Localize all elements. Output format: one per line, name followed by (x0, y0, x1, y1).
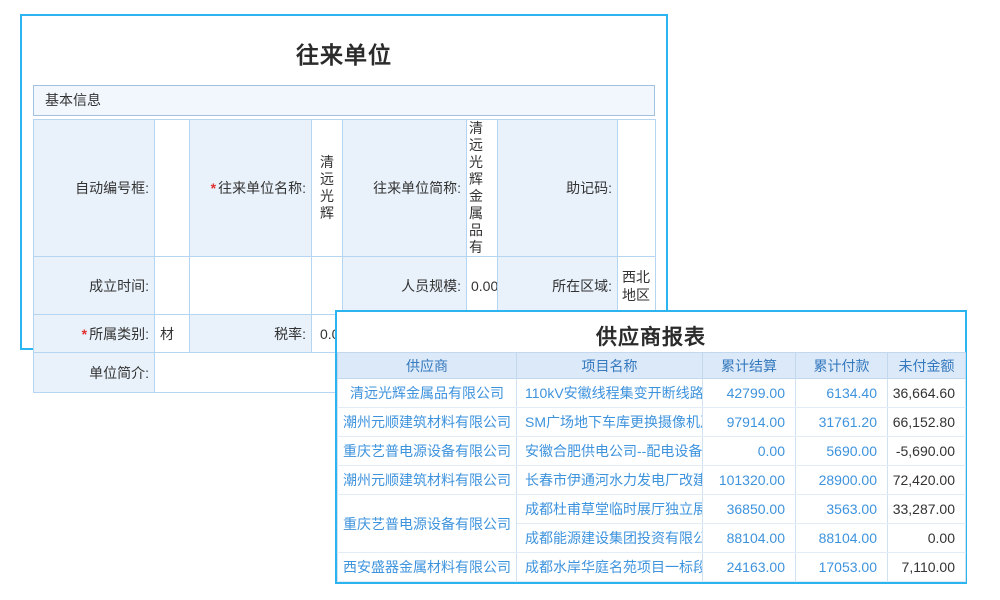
partner-form-title: 往来单位 (22, 36, 666, 70)
settled-value: 0.00 (703, 437, 796, 466)
mnemonic-field (618, 120, 656, 257)
settled-value: 42799.00 (703, 379, 796, 408)
supplier-report-table: 供应商 项目名称 累计结算 累计付款 未付金额 清远光辉金属品有限公司 110k… (337, 352, 966, 582)
unpaid-value: 7,110.00 (888, 553, 966, 582)
supplier-report-panel: 供应商报表 供应商 项目名称 累计结算 累计付款 未付金额 清远光辉金属品有限公… (335, 310, 967, 584)
category-label: *所属类别: (34, 315, 155, 353)
table-row: 潮州元顺建筑材料有限公司 SM广场地下车库更换摄像机及硬 97914.00 31… (338, 408, 966, 437)
project-link[interactable]: 安徽合肥供电公司--配电设备检修 (517, 437, 703, 466)
category-field: 材 (155, 315, 190, 353)
supplier-link[interactable]: 重庆艺普电源设备有限公司 (338, 437, 517, 466)
required-asterisk: * (211, 180, 216, 196)
required-asterisk: * (82, 326, 87, 342)
table-row: 潮州元顺建筑材料有限公司 长春市伊通河水力发电厂改建工程 101320.00 2… (338, 466, 966, 495)
region-label: 所在区域: (498, 257, 618, 315)
paid-value: 5690.00 (796, 437, 888, 466)
empty-cell (190, 257, 312, 315)
unpaid-value: 72,420.00 (888, 466, 966, 495)
supplier-link[interactable]: 清远光辉金属品有限公司 (338, 379, 517, 408)
tax-rate-label: 税率: (190, 315, 312, 353)
col-header-unpaid: 未付金额 (888, 353, 966, 379)
unpaid-value: 0.00 (888, 524, 966, 553)
paid-value: 31761.20 (796, 408, 888, 437)
unpaid-value: 36,664.60 (888, 379, 966, 408)
form-row-2: 成立时间: 人员规模: 0.00 所在区域: 西北地区 (34, 257, 656, 315)
col-header-supplier: 供应商 (338, 353, 517, 379)
unpaid-value: -5,690.00 (888, 437, 966, 466)
supplier-report-title: 供应商报表 (337, 321, 965, 351)
paid-value: 17053.00 (796, 553, 888, 582)
founded-label: 成立时间: (34, 257, 155, 315)
settled-value: 88104.00 (703, 524, 796, 553)
project-link[interactable]: 成都能源建设集团投资有限公司 (517, 524, 703, 553)
col-header-settled: 累计结算 (703, 353, 796, 379)
supplier-link[interactable]: 西安盛器金属材料有限公司 (338, 553, 517, 582)
settled-value: 97914.00 (703, 408, 796, 437)
auto-number-label: 自动编号框: (34, 120, 155, 257)
partner-name-label: *往来单位名称: (190, 120, 312, 257)
settled-value: 101320.00 (703, 466, 796, 495)
form-row-1: 自动编号框: *往来单位名称: 清远光辉 往来单位简称: 清远光辉金属品有 助记… (34, 120, 656, 257)
auto-number-field (155, 120, 190, 257)
screen: 往来单位 基本信息 自动编号框: *往来单位名称: 清远光辉 往来单位简称: 清… (0, 0, 1000, 600)
table-row: 重庆艺普电源设备有限公司 安徽合肥供电公司--配电设备检修 0.00 5690.… (338, 437, 966, 466)
partner-form-panel: 往来单位 基本信息 自动编号框: *往来单位名称: 清远光辉 往来单位简称: 清… (20, 14, 668, 350)
col-header-paid: 累计付款 (796, 353, 888, 379)
unpaid-value: 66,152.80 (888, 408, 966, 437)
project-link[interactable]: 110kV安徽线程集变开断线路工程 (517, 379, 703, 408)
partner-short-label: 往来单位简称: (343, 120, 467, 257)
paid-value: 28900.00 (796, 466, 888, 495)
project-link[interactable]: 长春市伊通河水力发电厂改建工程 (517, 466, 703, 495)
supplier-link[interactable]: 潮州元顺建筑材料有限公司 (338, 466, 517, 495)
partner-short-field: 清远光辉金属品有 (467, 120, 498, 257)
empty-cell (312, 257, 343, 315)
report-header-row: 供应商 项目名称 累计结算 累计付款 未付金额 (338, 353, 966, 379)
settled-value: 36850.00 (703, 495, 796, 524)
region-field: 西北地区 (618, 257, 656, 315)
basic-info-section-header: 基本信息 (33, 85, 655, 116)
unpaid-value: 33,287.00 (888, 495, 966, 524)
mnemonic-label: 助记码: (498, 120, 618, 257)
supplier-link[interactable]: 潮州元顺建筑材料有限公司 (338, 408, 517, 437)
staff-size-field: 0.00 (467, 257, 498, 315)
supplier-link[interactable]: 重庆艺普电源设备有限公司 (338, 495, 517, 553)
paid-value: 88104.00 (796, 524, 888, 553)
profile-label: 单位简介: (34, 353, 155, 393)
paid-value: 6134.40 (796, 379, 888, 408)
table-row: 清远光辉金属品有限公司 110kV安徽线程集变开断线路工程 42799.00 6… (338, 379, 966, 408)
project-link[interactable]: SM广场地下车库更换摄像机及硬 (517, 408, 703, 437)
project-link[interactable]: 成都水岸华庭名苑项目一标段 (517, 553, 703, 582)
settled-value: 24163.00 (703, 553, 796, 582)
founded-field (155, 257, 190, 315)
col-header-project: 项目名称 (517, 353, 703, 379)
project-link[interactable]: 成都杜甫草堂临时展厅独立展柜 (517, 495, 703, 524)
table-row: 重庆艺普电源设备有限公司 成都杜甫草堂临时展厅独立展柜 36850.00 356… (338, 495, 966, 524)
staff-size-label: 人员规模: (343, 257, 467, 315)
partner-name-field: 清远光辉 (312, 120, 343, 257)
paid-value: 3563.00 (796, 495, 888, 524)
table-row: 西安盛器金属材料有限公司 成都水岸华庭名苑项目一标段 24163.00 1705… (338, 553, 966, 582)
